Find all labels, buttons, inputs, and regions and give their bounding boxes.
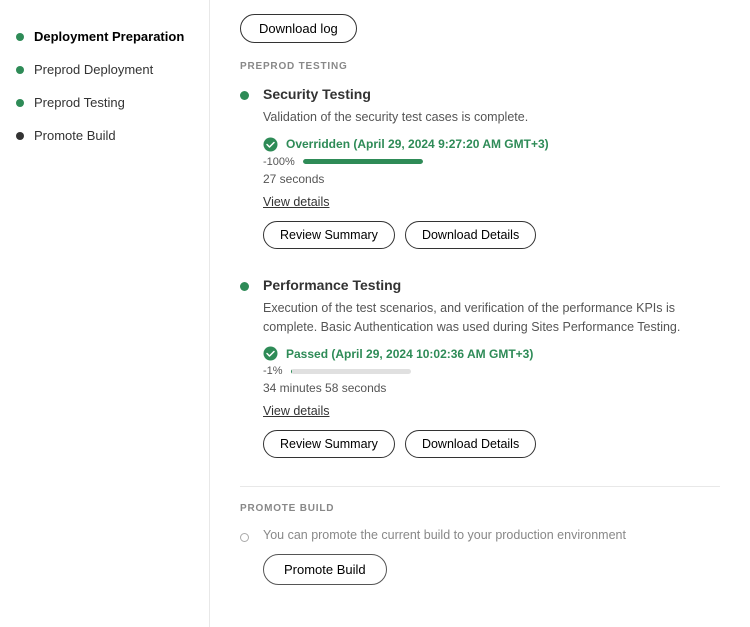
security-download-details-button[interactable]: Download Details <box>405 221 536 249</box>
promote-build-content: You can promote the current build to you… <box>263 528 720 585</box>
sidebar-item-deployment-preparation[interactable]: Deployment Preparation <box>0 20 209 53</box>
promote-build-dot <box>240 533 249 542</box>
performance-progress-label: -1% <box>263 365 283 377</box>
performance-progress-bar-fill <box>291 369 292 374</box>
sidebar-label-deployment-preparation: Deployment Preparation <box>34 29 184 44</box>
performance-testing-content: Performance Testing Execution of the tes… <box>263 277 720 459</box>
security-duration: 27 seconds <box>263 172 720 186</box>
performance-progress-bar-wrap <box>291 369 411 374</box>
security-check-icon <box>263 137 278 152</box>
security-testing-title: Security Testing <box>263 86 720 102</box>
sidebar: Deployment Preparation Preprod Deploymen… <box>0 0 210 627</box>
security-progress-label: -100% <box>263 156 295 168</box>
security-view-details-link[interactable]: View details <box>263 195 329 209</box>
security-btn-row: Review Summary Download Details <box>263 221 720 249</box>
sidebar-dot-deployment-preparation <box>16 33 24 41</box>
security-testing-item: Security Testing Validation of the secur… <box>240 86 720 249</box>
security-progress-bar-wrap <box>303 159 423 164</box>
performance-check-icon <box>263 346 278 361</box>
promote-build-item: You can promote the current build to you… <box>240 528 720 585</box>
promote-build-desc: You can promote the current build to you… <box>263 528 720 542</box>
sidebar-item-preprod-testing[interactable]: Preprod Testing <box>0 86 209 119</box>
security-progress-row: -100% <box>263 156 720 168</box>
sidebar-label-promote-build: Promote Build <box>34 128 116 143</box>
sidebar-dot-preprod-testing <box>16 99 24 107</box>
promote-build-button[interactable]: Promote Build <box>263 554 387 585</box>
performance-testing-status-row: Passed (April 29, 2024 10:02:36 AM GMT+3… <box>263 346 720 361</box>
performance-testing-desc: Execution of the test scenarios, and ver… <box>263 299 720 337</box>
security-testing-dot <box>240 91 249 100</box>
performance-review-summary-button[interactable]: Review Summary <box>263 430 395 458</box>
preprod-testing-section-label: PREPROD TESTING <box>240 61 720 72</box>
sidebar-dot-preprod-deployment <box>16 66 24 74</box>
sidebar-label-preprod-deployment: Preprod Deployment <box>34 62 153 77</box>
performance-testing-status: Passed (April 29, 2024 10:02:36 AM GMT+3… <box>286 347 533 361</box>
download-log-button[interactable]: Download log <box>240 14 357 43</box>
sidebar-dot-promote-build <box>16 132 24 140</box>
security-review-summary-button[interactable]: Review Summary <box>263 221 395 249</box>
performance-view-details-link[interactable]: View details <box>263 404 329 418</box>
security-progress-bar-fill <box>303 159 423 164</box>
sidebar-item-preprod-deployment[interactable]: Preprod Deployment <box>0 53 209 86</box>
section-divider <box>240 486 720 487</box>
security-testing-status-row: Overridden (April 29, 2024 9:27:20 AM GM… <box>263 137 720 152</box>
performance-download-details-button[interactable]: Download Details <box>405 430 536 458</box>
sidebar-label-preprod-testing: Preprod Testing <box>34 95 125 110</box>
security-testing-status: Overridden (April 29, 2024 9:27:20 AM GM… <box>286 137 549 151</box>
sidebar-item-promote-build[interactable]: Promote Build <box>0 119 209 152</box>
main-content: Download log PREPROD TESTING Security Te… <box>210 0 750 627</box>
performance-duration: 34 minutes 58 seconds <box>263 381 720 395</box>
performance-testing-dot <box>240 282 249 291</box>
performance-progress-row: -1% <box>263 365 720 377</box>
performance-testing-item: Performance Testing Execution of the tes… <box>240 277 720 459</box>
security-testing-content: Security Testing Validation of the secur… <box>263 86 720 249</box>
performance-btn-row: Review Summary Download Details <box>263 430 720 458</box>
performance-testing-title: Performance Testing <box>263 277 720 293</box>
security-testing-desc: Validation of the security test cases is… <box>263 108 720 127</box>
promote-build-section-label: PROMOTE BUILD <box>240 503 720 514</box>
